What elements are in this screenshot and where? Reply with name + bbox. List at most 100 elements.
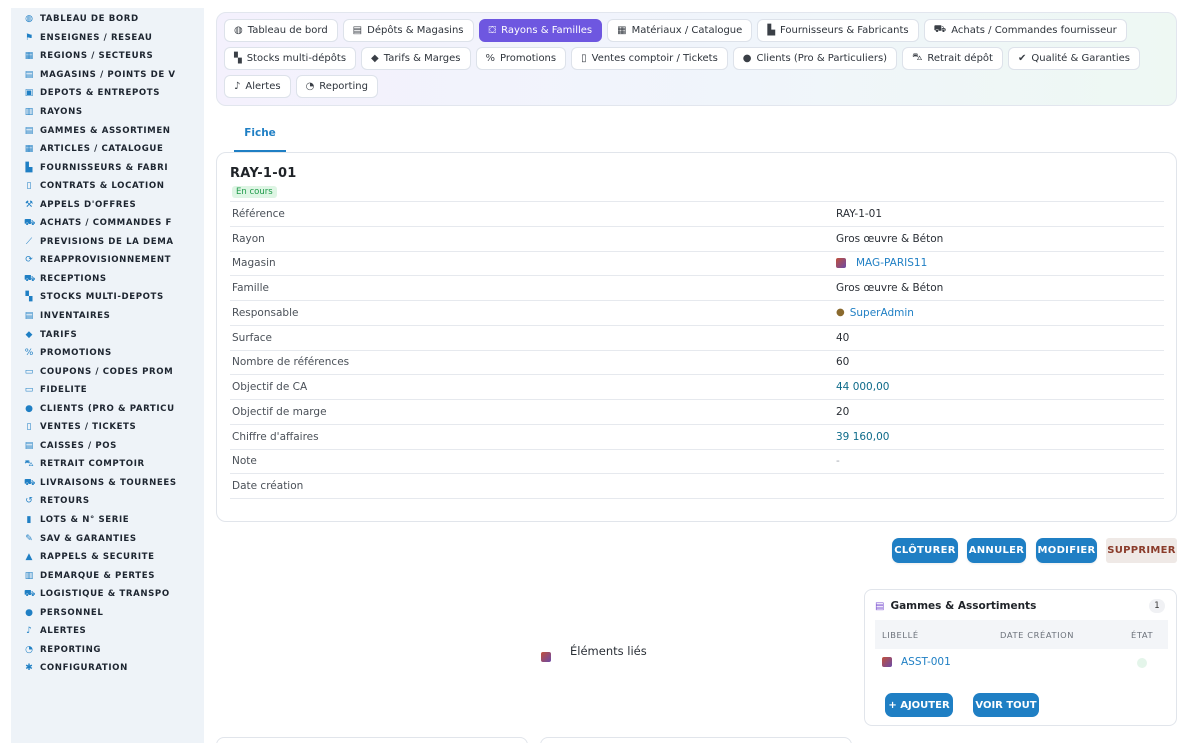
field-row: Note - xyxy=(230,450,1164,475)
sidebar-item[interactable]: ▲ RAPPELS & SÉCURITÉ xyxy=(11,548,204,567)
sidebar-item[interactable]: ▤ MAGASINS / POINTS DE V xyxy=(11,66,204,85)
module-tab-label: Fournisseurs & Fabricants xyxy=(780,25,909,36)
sidebar-item-label: INVENTAIRES xyxy=(40,311,111,322)
sidebar-item[interactable]: ⛟ LIVRAISONS & TOURNÉES xyxy=(11,474,204,493)
bell-icon: ♪ xyxy=(26,626,32,637)
sidebar-item[interactable]: ▭ FIDÉLITÉ xyxy=(11,381,204,400)
user-icon: ● xyxy=(742,53,752,64)
view-all-button[interactable]: VOIR TOUT xyxy=(973,693,1039,717)
sidebar-item[interactable]: ✎ SAV & GARANTIES xyxy=(11,529,204,548)
module-tab[interactable]: % Promotions xyxy=(475,47,567,70)
shelf-icon: ▥ xyxy=(24,107,34,117)
column-header-date-creation[interactable]: DATE CRÉATION xyxy=(1000,630,1074,640)
sidebar-item[interactable]: ▚ STOCKS MULTI-DÉPÔTS xyxy=(11,288,204,307)
sidebar-item[interactable]: ▤ INVENTAIRES xyxy=(11,307,204,326)
sidebar-item-label: CONTRATS & LOCATION xyxy=(40,181,165,192)
sidebar-item[interactable]: ▥ RAYONS xyxy=(11,103,204,122)
percent-icon: % xyxy=(24,348,34,359)
sidebar-item[interactable]: ▙ FOURNISSEURS & FABRI xyxy=(11,158,204,177)
module-tab[interactable]: ▦ Matériaux / Catalogue xyxy=(607,19,753,42)
module-tab[interactable]: ◆ Tarifs & Marges xyxy=(361,47,471,70)
close-record-button[interactable]: CLÔTURER xyxy=(892,538,958,563)
sidebar-item[interactable]: ● PERSONNEL xyxy=(11,604,204,623)
add-gamme-button[interactable]: + AJOUTER xyxy=(885,693,953,717)
sidebar-item[interactable]: ⛟ ACHATS / COMMANDES F xyxy=(11,214,204,233)
sidebar-item[interactable]: % PROMOTIONS xyxy=(11,344,204,363)
sidebar-item[interactable]: ▦ RÉGIONS / SECTEURS xyxy=(11,47,204,66)
module-tab[interactable]: ⛟ Achats / Commandes fournisseur xyxy=(923,19,1127,42)
sidebar-item[interactable]: ◔ REPORTING xyxy=(11,641,204,660)
field-value-text: SuperAdmin xyxy=(849,306,914,319)
field-value-text: 20 xyxy=(836,405,850,418)
sidebar-item[interactable]: ▤ CAISSES / POS xyxy=(11,437,204,456)
sidebar-item[interactable]: ⚑ ENSEIGNES / RÉSEAU xyxy=(11,29,204,48)
table-row[interactable]: ASST-001 xyxy=(875,651,1168,675)
linked-thumb-icon xyxy=(541,652,551,662)
module-tab-label: Stocks multi-dépôts xyxy=(246,53,347,64)
refresh-icon: ⟳ xyxy=(25,255,33,266)
column-header-etat[interactable]: ÉTAT xyxy=(1131,630,1153,640)
module-tab-label: Retrait dépôt xyxy=(927,53,993,64)
sidebar-item[interactable]: ⛟ RÉCEPTIONS xyxy=(11,270,204,289)
tab-fiche[interactable]: Fiche xyxy=(234,118,286,152)
sidebar-item[interactable]: ▯ CONTRATS & LOCATION xyxy=(11,177,204,196)
sidebar-item[interactable]: ▯ VENTES / TICKETS xyxy=(11,418,204,437)
sidebar-item[interactable]: ⚒ APPELS D'OFFRES xyxy=(11,195,204,214)
module-tab[interactable]: ● Clients (Pro & Particuliers) xyxy=(732,47,898,70)
store-thumb-icon xyxy=(836,258,846,269)
sidebar-item[interactable]: ▣ DÉPÔTS & ENTREPÔTS xyxy=(11,84,204,103)
sidebar-item-label: CLIENTS (PRO & PARTICU xyxy=(40,403,175,414)
dashboard-icon: ◍ xyxy=(234,25,243,36)
sidebar-item[interactable]: ◆ TARIFS xyxy=(11,325,204,344)
sidebar-item-label: LIVRAISONS & TOURNÉES xyxy=(40,477,177,488)
module-tab[interactable]: ▤ Dépôts & Magasins xyxy=(342,19,474,42)
sidebar-item[interactable]: ● CLIENTS (PRO & PARTICU xyxy=(11,399,204,418)
field-value[interactable]: ● SuperAdmin xyxy=(836,307,1164,319)
field-value[interactable]: MAG-PARIS11 xyxy=(836,257,1164,269)
store-icon: ▤ xyxy=(24,69,34,80)
sidebar-item-label: GAMMES & ASSORTIMEN xyxy=(40,125,171,136)
field-value-text: Gros œuvre & Béton xyxy=(836,282,944,295)
module-tab[interactable]: ◍ Tableau de bord xyxy=(224,19,338,42)
module-tab[interactable]: ♪ Alertes xyxy=(224,75,291,98)
module-tab[interactable]: ▙ Fournisseurs & Fabricants xyxy=(757,19,919,42)
sidebar-item[interactable]: ▮ LOTS & N° SÉRIE xyxy=(11,511,204,530)
field-row: Rayon Gros œuvre & Béton xyxy=(230,227,1164,252)
sidebar-item[interactable]: ↺ RETOURS xyxy=(11,492,204,511)
sidebar-item[interactable]: ⟋ PRÉVISIONS DE LA DEMA xyxy=(11,233,204,252)
sidebar-item[interactable]: ⟳ RÉAPPROVISIONNEMENT xyxy=(11,251,204,270)
sidebar-item[interactable]: ▭ COUPONS / CODES PROM xyxy=(11,362,204,381)
sidebar-item[interactable]: ▤ GAMMES & ASSORTIMEN xyxy=(11,121,204,140)
cart-plus-icon: ⛟ xyxy=(24,273,36,284)
sidebar-item[interactable]: ✱ CONFIGURATION xyxy=(11,659,204,678)
module-tab[interactable]: ✔ Qualité & Garanties xyxy=(1007,47,1140,70)
column-header-libelle[interactable]: LIBELLÉ xyxy=(882,630,919,640)
field-value: 20 xyxy=(836,406,1164,418)
sidebar-item-label: STOCKS MULTI-DÉPÔTS xyxy=(40,292,164,303)
sidebar-item[interactable]: ⛍ RETRAIT COMPTOIR xyxy=(11,455,204,474)
sidebar-item[interactable]: ◍ TABLEAU DE BORD xyxy=(11,10,204,29)
field-label: Nombre de références xyxy=(232,356,350,369)
sidebar-item-label: REPORTING xyxy=(40,644,102,655)
dolly-icon: ⛟ xyxy=(24,589,36,600)
users-icon: ● xyxy=(25,607,33,618)
module-tab-label: Tarifs & Marges xyxy=(383,53,461,64)
edit-button[interactable]: MODIFIER xyxy=(1036,538,1097,563)
basket-icon: ⛋ xyxy=(488,25,497,36)
status-badge: En cours xyxy=(232,186,277,198)
sidebar-item[interactable]: ▥ DÉMARQUE & PERTES xyxy=(11,566,204,585)
delete-button[interactable]: SUPPRIMER xyxy=(1106,538,1177,563)
gear-icon: ✱ xyxy=(25,663,33,674)
gamme-link[interactable]: ASST-001 xyxy=(882,656,951,668)
module-tab[interactable]: ⛋ Rayons & Familles xyxy=(478,19,603,42)
module-tab[interactable]: ◔ Reporting xyxy=(295,75,378,98)
module-tab[interactable]: ▯ Ventes comptoir / Tickets xyxy=(571,47,728,70)
module-tab[interactable]: ▚ Stocks multi-dépôts xyxy=(224,47,357,70)
catalog-icon: ▦ xyxy=(24,144,34,155)
sidebar-item[interactable]: ▦ ARTICLES / CATALOGUE xyxy=(11,140,204,159)
sidebar-item[interactable]: ⛟ LOGISTIQUE & TRANSPO xyxy=(11,585,204,604)
cancel-button[interactable]: ANNULER xyxy=(967,538,1026,563)
sidebar-item[interactable]: ♪ ALERTES xyxy=(11,622,204,641)
module-tab[interactable]: ⛍ Retrait dépôt xyxy=(902,47,1003,70)
clipboard-icon: ▤ xyxy=(24,311,34,322)
